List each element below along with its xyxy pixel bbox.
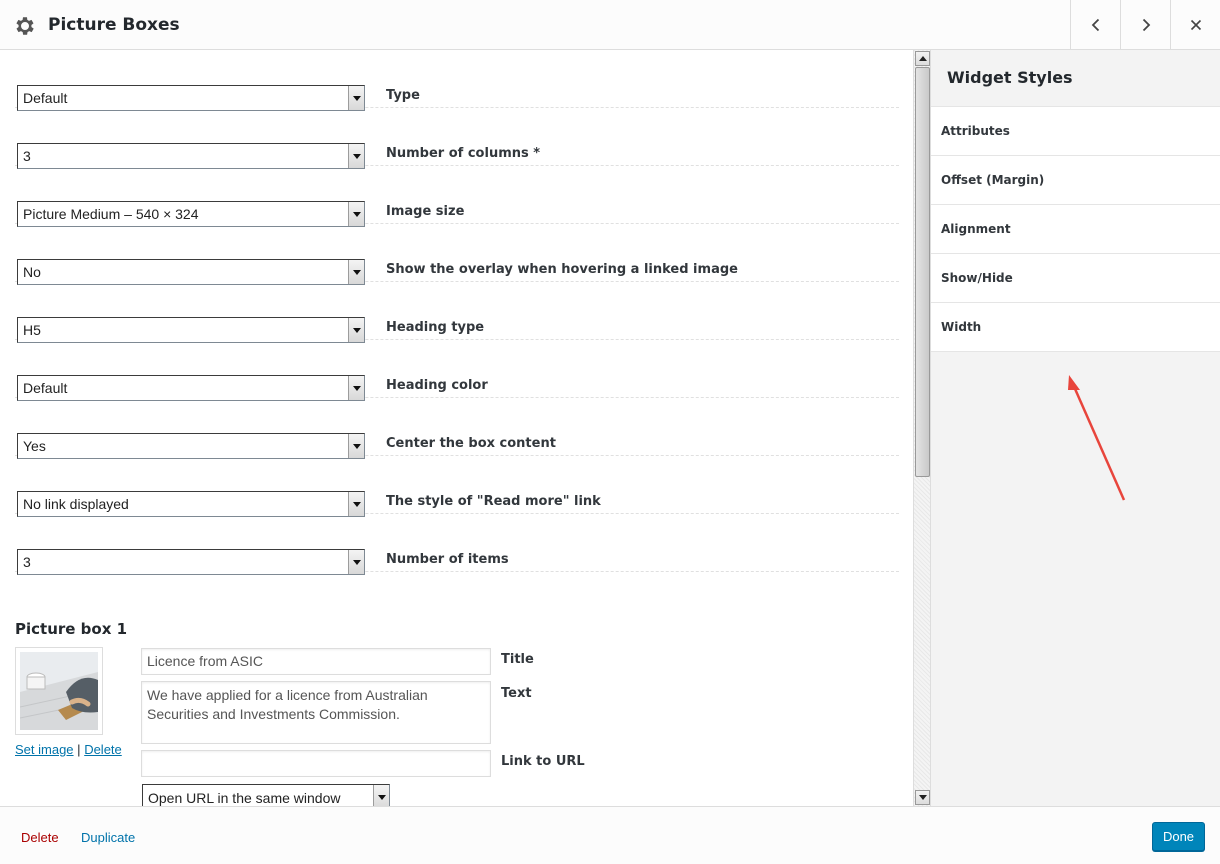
picture-box-title: Picture box 1: [15, 620, 128, 638]
gear-icon: [16, 17, 34, 35]
field-label: Number of columns *: [386, 146, 541, 161]
select-value: 3: [23, 554, 31, 570]
dropdown-arrow-icon: [348, 550, 364, 574]
field-image-size: Picture Medium – 540 × 324 Image size: [15, 166, 899, 227]
scroll-up-arrow-icon[interactable]: [915, 51, 930, 66]
sidebar-item-width[interactable]: Width: [931, 302, 1220, 351]
dropdown-arrow-icon: [348, 376, 364, 400]
duplicate-widget-link[interactable]: Duplicate: [81, 830, 135, 845]
dropdown-arrow-icon: [373, 785, 389, 806]
link-url-input[interactable]: [141, 750, 491, 777]
dropdown-arrow-icon: [348, 202, 364, 226]
modal-footer: Delete Duplicate Done: [0, 806, 1220, 864]
dropdown-arrow-icon: [348, 492, 364, 516]
image-links: Set image | Delete: [15, 742, 122, 757]
number-of-items-select[interactable]: 3: [17, 549, 365, 575]
chevron-left-icon: [1091, 18, 1099, 31]
close-icon: [1190, 19, 1201, 30]
field-columns: 3 Number of columns *: [15, 108, 899, 169]
link-url-label: Link to URL: [501, 754, 585, 769]
field-type: Default Type: [15, 50, 899, 111]
close-button[interactable]: [1170, 0, 1220, 49]
field-label: Number of items: [386, 552, 509, 567]
field-heading-color: Default Heading color: [15, 340, 899, 401]
widget-styles-title: Widget Styles: [947, 68, 1073, 87]
set-image-link[interactable]: Set image: [15, 742, 74, 757]
select-value: Default: [23, 90, 68, 106]
field-label: The style of "Read more" link: [386, 494, 601, 509]
link-separator: |: [77, 742, 81, 757]
field-heading-type: H5 Heading type: [15, 282, 899, 343]
scroll-down-arrow-icon[interactable]: [915, 790, 930, 805]
field-read-more-style: No link displayed The style of "Read mor…: [15, 456, 899, 517]
select-value: Default: [23, 380, 68, 396]
picture-thumbnail[interactable]: [15, 647, 103, 735]
field-label: Heading type: [386, 320, 485, 335]
box-title-input[interactable]: Licence from ASIC: [141, 648, 491, 675]
sidebar-item-offset[interactable]: Offset (Margin): [931, 155, 1220, 204]
select-value: No link displayed: [23, 496, 129, 512]
sidebar-item-attributes[interactable]: Attributes: [931, 106, 1220, 155]
title-label: Title: [501, 652, 534, 667]
widget-form: Default Type 3 Number of columns * Pictu…: [0, 50, 913, 806]
select-value: Picture Medium – 540 × 324: [23, 206, 199, 222]
dropdown-arrow-icon: [348, 86, 364, 110]
field-label: Center the box content: [386, 436, 556, 451]
text-label: Text: [501, 686, 532, 701]
modal-header: Picture Boxes: [0, 0, 1220, 50]
select-value: No: [23, 264, 41, 280]
image-thumbnail-icon: [19, 652, 99, 730]
field-overlay: No Show the overlay when hovering a link…: [15, 224, 899, 285]
scrollbar-thumb[interactable]: [915, 67, 930, 477]
box-text-textarea[interactable]: We have applied for a licence from Austr…: [141, 681, 491, 744]
modal-title: Picture Boxes: [48, 15, 180, 35]
divider: [931, 351, 1220, 352]
select-value: H5: [23, 322, 41, 338]
done-button[interactable]: Done: [1152, 822, 1205, 851]
dropdown-arrow-icon: [348, 260, 364, 284]
field-label: Show the overlay when hovering a linked …: [386, 262, 738, 277]
field-label: Image size: [386, 204, 465, 219]
dropdown-arrow-icon: [348, 318, 364, 342]
select-value: Open URL in the same window: [148, 790, 341, 806]
sidebar-item-alignment[interactable]: Alignment: [931, 204, 1220, 253]
select-value: 3: [23, 148, 31, 164]
annotation-arrow-icon: [1068, 375, 1126, 501]
dropdown-arrow-icon: [348, 434, 364, 458]
field-number-of-items: 3 Number of items: [15, 514, 899, 575]
field-center-content: Yes Center the box content: [15, 398, 899, 459]
link-target-select[interactable]: Open URL in the same window: [142, 784, 390, 806]
delete-widget-link[interactable]: Delete: [21, 830, 59, 845]
next-widget-button[interactable]: [1120, 0, 1170, 49]
field-label: Heading color: [386, 378, 488, 393]
delete-image-link[interactable]: Delete: [84, 742, 122, 757]
chevron-right-icon: [1142, 18, 1150, 31]
field-label: Type: [386, 88, 420, 103]
dropdown-arrow-icon: [348, 144, 364, 168]
select-value: Yes: [23, 438, 46, 454]
form-scrollbar[interactable]: [913, 50, 930, 806]
previous-widget-button[interactable]: [1070, 0, 1120, 49]
sidebar-item-show-hide[interactable]: Show/Hide: [931, 253, 1220, 302]
